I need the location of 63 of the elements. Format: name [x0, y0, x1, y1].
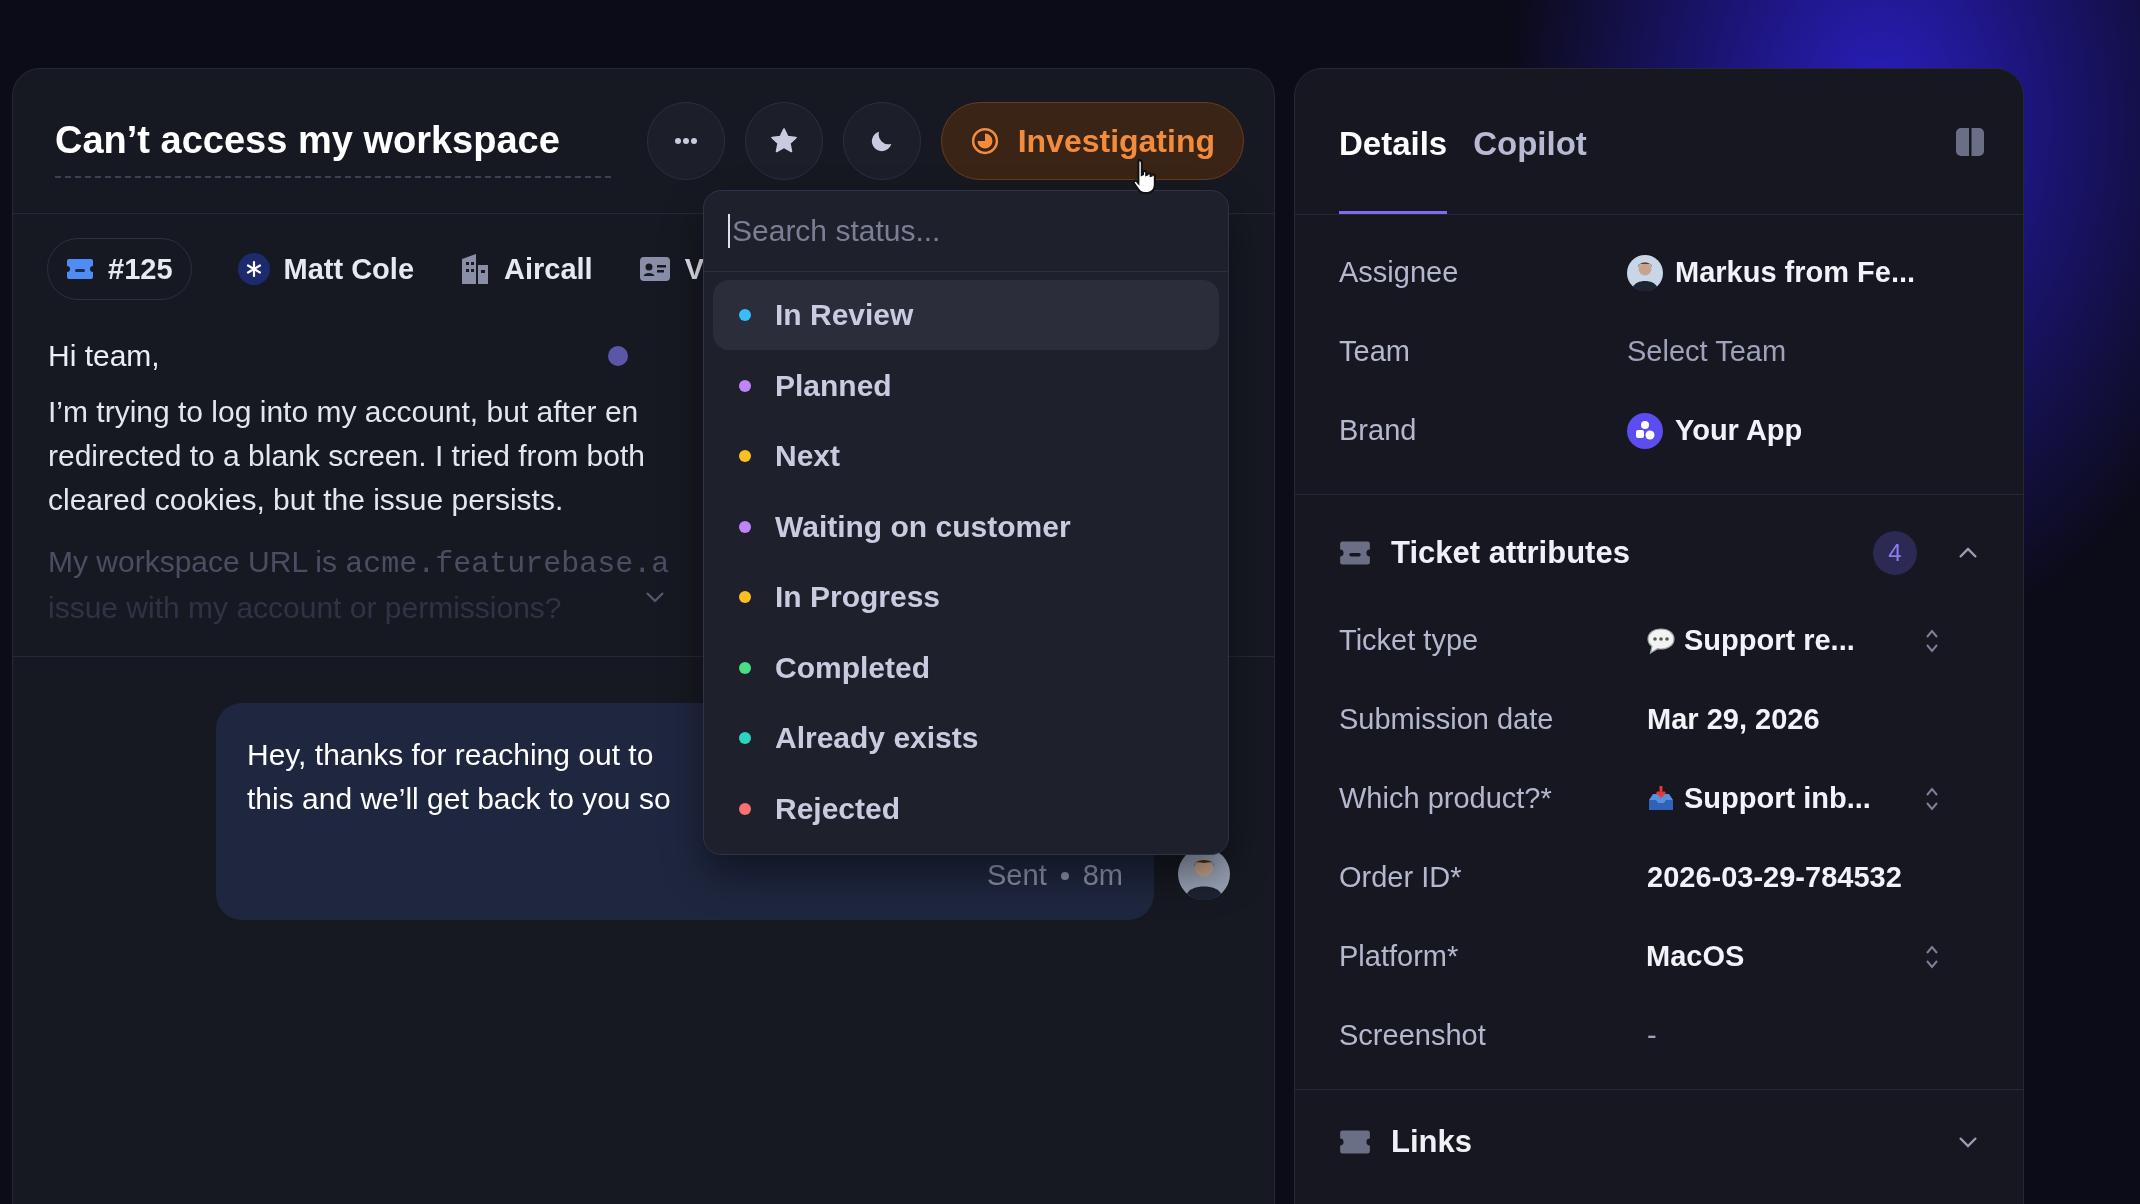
separator-dot	[1060, 871, 1069, 880]
status-icon	[969, 126, 1000, 156]
select-field[interactable]: Support re...	[1646, 610, 1952, 671]
ticket-icon	[1339, 540, 1371, 566]
info-chip[interactable]: Matt Cole	[237, 252, 414, 286]
field-label: Platform*	[1339, 940, 1460, 973]
status-option[interactable]: In Review	[713, 280, 1219, 350]
field-value: Your App	[1675, 414, 1803, 447]
info-chip[interactable]: V	[638, 252, 705, 286]
team-select[interactable]: Select Team	[1627, 335, 1787, 368]
asterisk-avatar-icon	[237, 253, 270, 285]
ticket-icon	[1339, 1129, 1371, 1155]
field-label: Team	[1339, 335, 1411, 368]
message-text: My workspace URL is acme.featurebase.a	[48, 544, 670, 583]
field-value: Mar 29, 2026	[1646, 703, 1821, 736]
status-button[interactable]: Investigating	[940, 102, 1244, 180]
ticket-title[interactable]: Can’t access my workspace	[55, 118, 611, 178]
assignee-avatar	[1627, 254, 1663, 291]
brand-logo-icon	[1627, 412, 1663, 449]
status-option[interactable]: In Progress	[713, 562, 1219, 632]
message-text: redirected to a blank screen. I tried from both	[48, 438, 645, 474]
status-option[interactable]: Next	[713, 421, 1219, 491]
sent-status: Sent	[987, 859, 1047, 892]
status-search-field[interactable]: Search status...	[732, 214, 1204, 248]
sidebar-toggle-icon[interactable]	[1955, 126, 1985, 157]
status-option[interactable]: Planned	[713, 350, 1219, 421]
select-field[interactable]: Support inb...	[1646, 768, 1952, 829]
inbox-tray-icon	[1646, 784, 1676, 813]
status-option[interactable]: Rejected	[713, 773, 1219, 844]
status-option[interactable]: Already exists	[713, 703, 1219, 773]
reply-text: Hey, thanks for reaching out to	[247, 737, 654, 773]
info-chip[interactable]: Aircall	[460, 252, 593, 286]
field-label: Assignee	[1339, 256, 1460, 289]
ticket-icon	[66, 258, 94, 280]
status-option[interactable]: Completed	[713, 632, 1219, 703]
presence-dot	[607, 346, 628, 366]
field-value: -	[1646, 1019, 1658, 1052]
count-badge: 4	[1873, 531, 1917, 575]
building-icon	[460, 253, 490, 285]
field-label: Submission date	[1339, 703, 1555, 736]
section-title: Ticket attributes	[1391, 535, 1631, 571]
tab[interactable]: Details	[1339, 69, 1448, 214]
status-option[interactable]: Waiting on customer	[713, 491, 1219, 562]
message-text: I’m trying to log into my account, but after en	[48, 394, 639, 430]
select-field[interactable]: MacOS	[1646, 926, 1952, 987]
message-text: cleared cookies, but the issue persists.	[48, 482, 564, 518]
field-label: Order ID*	[1339, 861, 1463, 894]
tab[interactable]: Copilot	[1473, 69, 1587, 214]
collapse-chevron-icon[interactable]	[1957, 546, 1979, 560]
more-icon	[673, 137, 698, 145]
field-label: Brand	[1339, 414, 1418, 447]
speech-bubble-icon	[1646, 626, 1676, 655]
field-label: Screenshot	[1339, 1019, 1487, 1052]
field-label: Ticket type	[1339, 624, 1480, 657]
section-title: Links	[1391, 1124, 1473, 1160]
id-card-icon	[638, 256, 671, 282]
sent-time: 8m	[1082, 859, 1123, 892]
message-greeting: Hi team,	[48, 339, 160, 373]
field-label: Which product?*	[1339, 782, 1553, 815]
reply-text: this and we’ll get back to you so	[247, 781, 671, 817]
field-value: 2026-03-29-784532	[1646, 861, 1903, 894]
expand-chevron-icon[interactable]	[1957, 1135, 1979, 1149]
field-value: Markus from Fe...	[1675, 256, 1916, 289]
